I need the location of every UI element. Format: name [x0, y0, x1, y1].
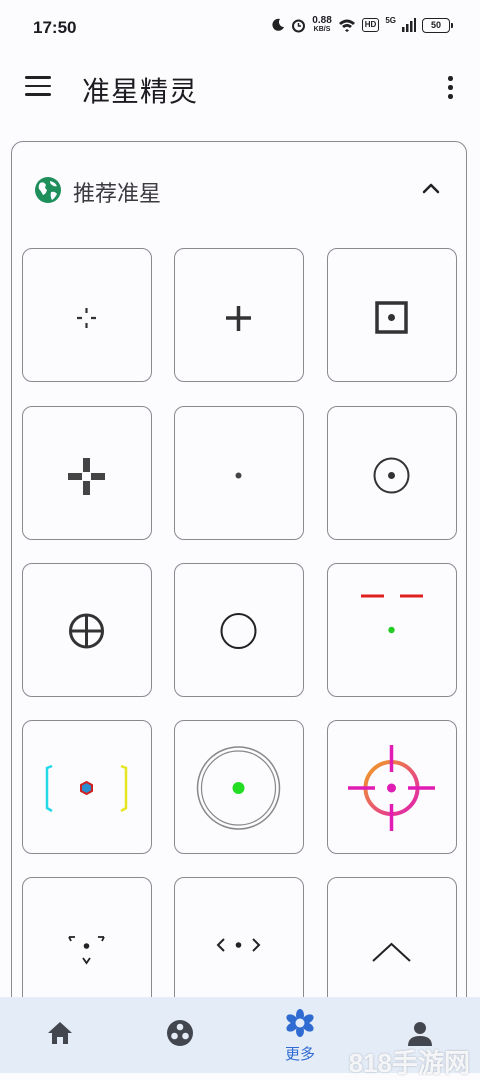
moon-icon [272, 18, 285, 31]
double-ring-green-dot-icon [196, 746, 281, 830]
status-bar: 17:50 0.88 KB/S HD 5G 50 [0, 0, 480, 58]
hd-badge: HD [361, 18, 380, 32]
bold-cross-icon [68, 458, 105, 495]
battery-icon: 50 [422, 17, 453, 33]
app-title: 准星精灵 [82, 75, 199, 108]
wifi-icon [338, 19, 355, 32]
plus-icon [226, 306, 251, 331]
crosshair-tile-center-dot[interactable] [174, 406, 304, 540]
home-icon [48, 1022, 72, 1044]
circle-icon [220, 613, 257, 649]
crosshair-tile-dotted-cross[interactable] [22, 248, 152, 382]
crosshair-tile-bold-cross[interactable] [22, 406, 152, 540]
nav-more-label: 更多 [284, 1045, 315, 1063]
alarm-icon [292, 19, 306, 32]
crosshair-tile-bracket-hexagon[interactable] [22, 720, 152, 854]
nav-more[interactable]: 更多 [240, 997, 360, 1073]
signal-icon [402, 18, 416, 32]
net-speed: 0.88 KB/S [312, 15, 332, 34]
crosshair-tile-circle[interactable] [174, 563, 304, 697]
square-dot-icon [375, 301, 408, 334]
section-header[interactable]: 推荐准星 [12, 142, 466, 234]
more-options-button[interactable] [440, 74, 460, 102]
angle-brackets-icon [216, 938, 261, 952]
center-dot-icon [235, 472, 242, 479]
crosshair-tile-circle-dot[interactable] [327, 406, 457, 540]
menu-button[interactable] [25, 76, 51, 96]
dotted-cross-icon [77, 308, 96, 328]
crosshair-tile-gradient-scope[interactable] [327, 720, 457, 854]
palette-icon [167, 1020, 193, 1046]
status-icons: 0.88 KB/S HD 5G 50 [271, 15, 453, 34]
red-dash-green-dot-icon [361, 594, 423, 634]
crosshair-tile-caret-up[interactable] [327, 877, 457, 1011]
nav-palette[interactable] [120, 997, 240, 1073]
crosshair-tile-double-ring-green-dot[interactable] [174, 720, 304, 854]
signal-label: 5G [385, 16, 396, 25]
circle-cross-icon [69, 613, 104, 649]
section-title: 推荐准星 [73, 182, 162, 207]
gradient-scope-icon [348, 745, 435, 831]
flower-icon [286, 1009, 314, 1037]
crosshair-tile-red-dash-green-dot[interactable] [327, 563, 457, 697]
status-time: 17:50 [33, 18, 77, 37]
crosshair-tile-circle-cross[interactable] [22, 563, 152, 697]
crosshair-tile-triangle-corners[interactable] [22, 877, 152, 1011]
app-bar: 准星精灵 [0, 58, 480, 120]
circle-dot-icon [373, 457, 410, 494]
caret-up-icon [372, 942, 411, 962]
crosshair-tile-square-dot[interactable] [327, 248, 457, 382]
nav-home[interactable] [0, 997, 120, 1073]
recommended-crosshairs-card: 推荐准星 [11, 141, 467, 1041]
watermark: 818手游网 [348, 1048, 470, 1078]
globe-icon [35, 177, 61, 203]
crosshair-tile-plus[interactable] [174, 248, 304, 382]
triangle-corners-icon [68, 936, 105, 965]
chevron-up-icon[interactable] [420, 180, 442, 196]
bracket-hexagon-icon [45, 764, 128, 813]
crosshair-tile-angle-brackets[interactable] [174, 877, 304, 1011]
